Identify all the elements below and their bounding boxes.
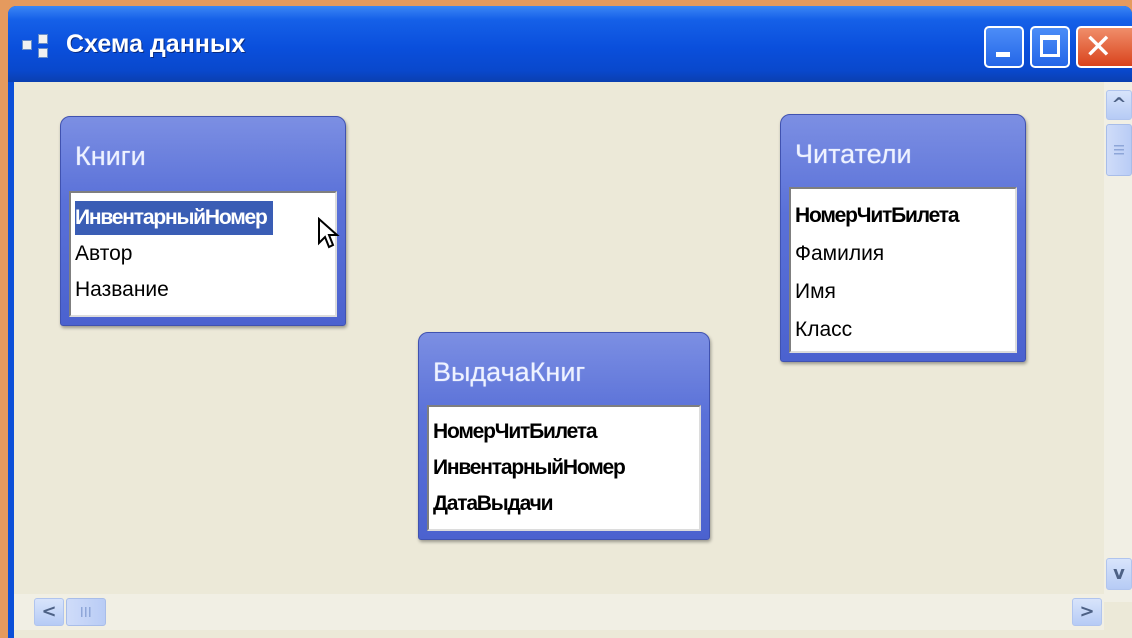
table-vydachaknig[interactable]: ВыдачаКниг НомерЧитБилета ИнвентарныйНом… bbox=[418, 332, 710, 540]
chevron-left-icon: < bbox=[41, 601, 57, 622]
field-item[interactable]: ИнвентарныйНомер bbox=[75, 201, 273, 235]
chevron-right-icon: > bbox=[1079, 601, 1095, 622]
field-item[interactable]: Фамилия bbox=[795, 237, 884, 271]
field-item[interactable]: ИнвентарныйНомер bbox=[433, 451, 626, 485]
field-list[interactable]: ИнвентарныйНомер Автор Название bbox=[69, 191, 337, 317]
table-title: Читатели bbox=[795, 139, 912, 169]
table-chitateli[interactable]: Читатели НомерЧитБилета Фамилия Имя Клас… bbox=[780, 114, 1026, 362]
minimize-button[interactable] bbox=[984, 26, 1024, 68]
relationships-canvas[interactable]: Книги ИнвентарныйНомер Автор Название Чи… bbox=[14, 82, 1132, 638]
field-item[interactable]: Класс bbox=[795, 313, 852, 347]
minimize-icon bbox=[996, 52, 1010, 57]
horizontal-scroll-thumb[interactable] bbox=[66, 598, 106, 626]
table-title: Книги bbox=[75, 141, 146, 171]
window-title: Схема данных bbox=[66, 30, 246, 58]
field-item[interactable]: ДатаВыдачи bbox=[433, 487, 553, 521]
scroll-left-button[interactable]: < bbox=[34, 598, 64, 626]
table-knigi[interactable]: Книги ИнвентарныйНомер Автор Название bbox=[60, 116, 346, 326]
field-item[interactable]: Автор bbox=[75, 237, 132, 271]
scroll-right-button[interactable]: > bbox=[1072, 598, 1102, 626]
chevron-down-icon: v bbox=[1113, 563, 1125, 584]
vertical-scroll-thumb[interactable] bbox=[1106, 124, 1132, 176]
close-button[interactable]: ✕ bbox=[1076, 26, 1132, 68]
title-bar[interactable]: Схема данных ✕ bbox=[8, 6, 1132, 82]
close-icon: ✕ bbox=[1084, 27, 1113, 67]
vertical-scrollbar[interactable]: ^ v bbox=[1104, 82, 1132, 602]
maximize-icon bbox=[1040, 35, 1060, 57]
field-item[interactable]: Имя bbox=[795, 275, 836, 309]
chevron-up-icon: ^ bbox=[1111, 94, 1127, 115]
grip-icon bbox=[81, 607, 91, 617]
mouse-cursor-icon bbox=[318, 217, 340, 249]
schema-window: Схема данных ✕ Книги ИнвентарныйНомер Ав… bbox=[8, 6, 1132, 638]
field-item[interactable]: НомерЧитБилета bbox=[433, 415, 598, 449]
grip-icon bbox=[1114, 145, 1124, 155]
field-list[interactable]: НомерЧитБилета Фамилия Имя Класс bbox=[789, 187, 1017, 353]
horizontal-scrollbar[interactable]: < > bbox=[14, 594, 1104, 630]
table-title: ВыдачаКниг bbox=[433, 357, 586, 387]
maximize-button[interactable] bbox=[1030, 26, 1070, 68]
relationships-icon bbox=[22, 34, 52, 60]
scroll-up-button[interactable]: ^ bbox=[1106, 90, 1132, 120]
scroll-down-button[interactable]: v bbox=[1106, 558, 1132, 590]
field-item[interactable]: Название bbox=[75, 273, 169, 307]
field-item[interactable]: НомерЧитБилета bbox=[795, 199, 960, 233]
field-list[interactable]: НомерЧитБилета ИнвентарныйНомер ДатаВыда… bbox=[427, 405, 701, 531]
